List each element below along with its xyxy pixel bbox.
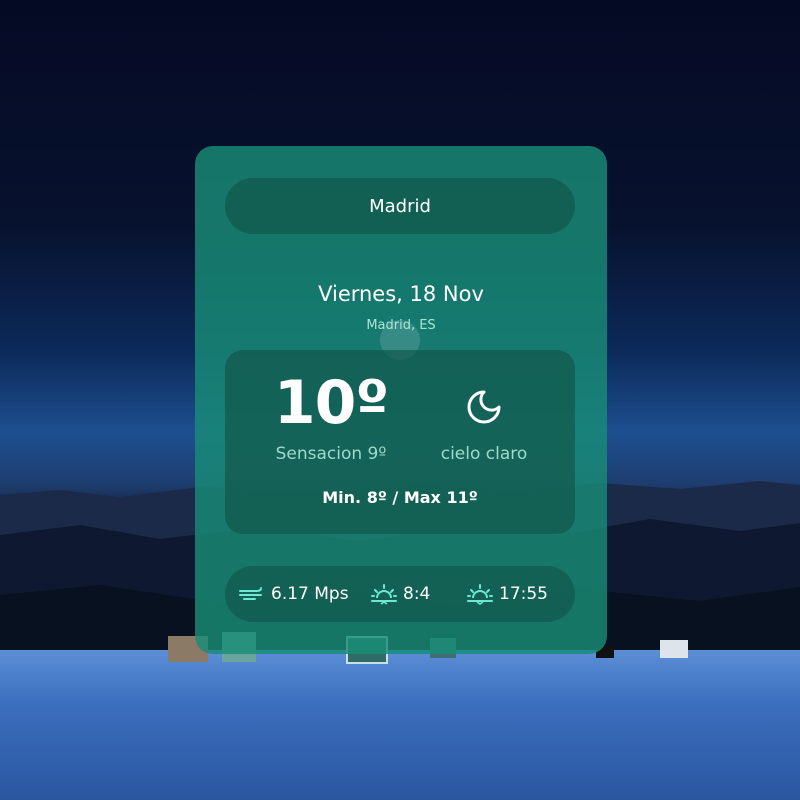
- date-label: Viernes, 18 Nov: [318, 282, 484, 306]
- wind-stat: 6.17 Mps: [239, 566, 349, 622]
- location-label: Madrid, ES: [366, 318, 436, 333]
- ice-shack: [660, 640, 688, 658]
- condition-label: cielo claro: [440, 444, 528, 464]
- weather-card: Madrid Viernes, 18 Nov Madrid, ES 10º Se…: [195, 146, 607, 654]
- wind-icon: [239, 587, 262, 600]
- frozen-lake: [0, 650, 800, 800]
- sunset-stat: 17:55: [467, 566, 548, 622]
- crescent-moon-icon: [467, 390, 501, 424]
- wind-value: 6.17 Mps: [271, 584, 349, 604]
- sunrise-icon: [371, 584, 397, 605]
- sunset-value: 17:55: [499, 584, 548, 604]
- min-max-label: Min. 8º / Max 11º: [322, 488, 478, 507]
- city-selector[interactable]: Madrid: [225, 178, 575, 234]
- feels-like-label: Sensacion 9º: [275, 444, 387, 464]
- sunrise-stat: 8:4: [371, 566, 430, 622]
- stats-bar: 6.17 Mps 8:4 17:55: [225, 566, 575, 622]
- sunrise-value: 8:4: [403, 584, 431, 604]
- temperature-value: 10º: [273, 368, 389, 438]
- current-conditions-panel: 10º Sensacion 9º cielo claro Min. 8º / M…: [225, 350, 575, 534]
- sunset-icon: [467, 584, 493, 605]
